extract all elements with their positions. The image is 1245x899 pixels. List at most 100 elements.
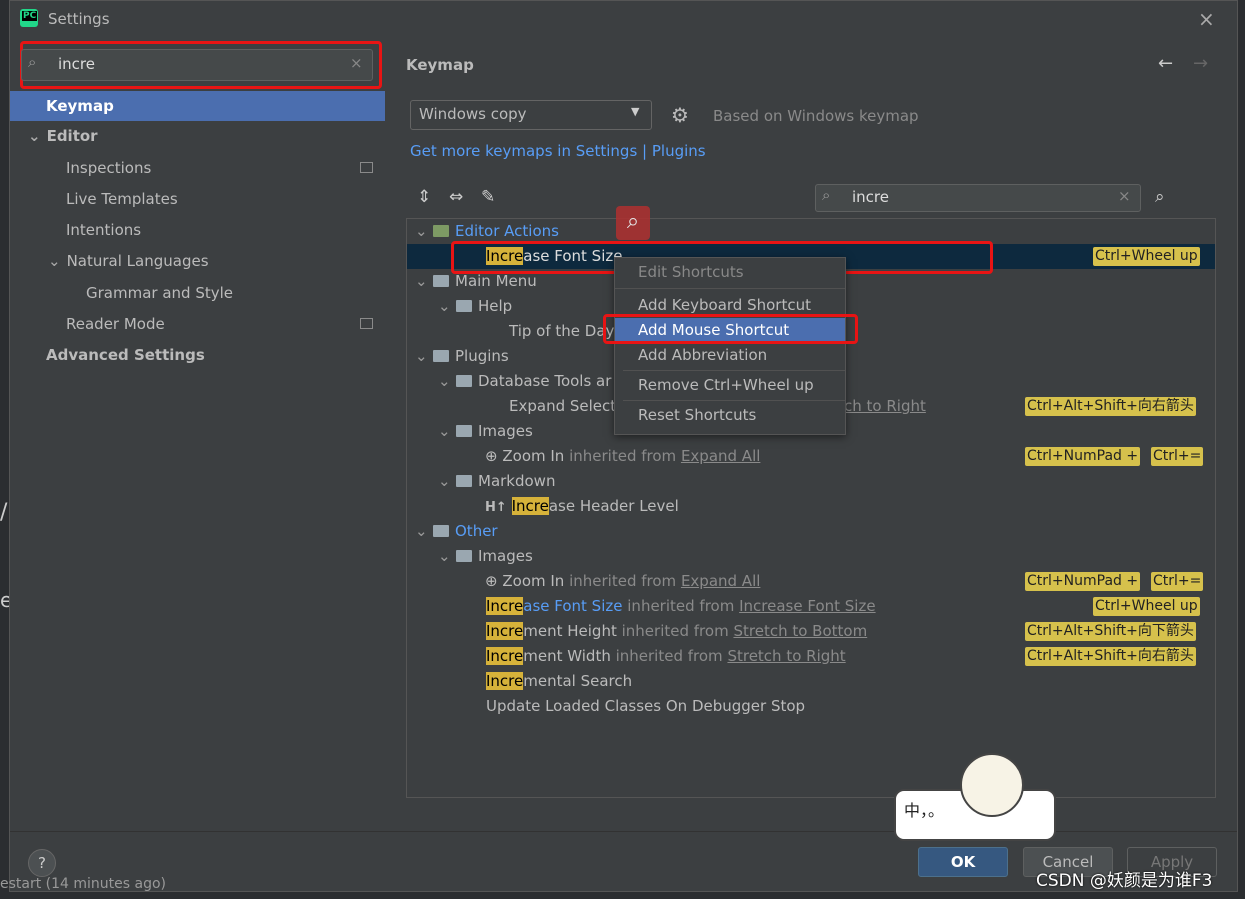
menu-item-remove-shortcut[interactable]: Remove Ctrl+Wheel up [615, 373, 845, 398]
tree-item-label: Natural Languages [66, 252, 209, 270]
match-highlight: Incre [486, 647, 524, 665]
page-title: Keymap [406, 56, 474, 74]
action-label: mental Search [523, 672, 633, 690]
menu-title: Edit Shortcuts [638, 263, 744, 281]
forward-arrow-icon[interactable]: → [1193, 53, 1208, 74]
chevron-down-icon: ⌄ [438, 547, 451, 565]
folder-icon [456, 475, 472, 487]
shortcut-badge: Ctrl+Wheel up [1093, 597, 1200, 616]
group-label: Editor Actions [455, 222, 559, 240]
chevron-down-icon: ⌄ [415, 222, 428, 240]
folder-icon [456, 300, 472, 312]
back-arrow-icon[interactable]: ← [1158, 53, 1173, 74]
action-label: Zoom In [502, 572, 565, 590]
inherited-label: inherited from [621, 622, 729, 640]
action-label: Update Loaded Classes On Debugger Stop [486, 697, 806, 715]
tree-item-editor[interactable]: ⌄ Editor [10, 121, 385, 151]
background-status-text: estart (14 minutes ago) [0, 876, 167, 892]
project-scope-icon [360, 318, 373, 329]
folder-icon [433, 225, 449, 237]
watermark-text: CSDN @妖颜是为谁F3 [1036, 871, 1213, 891]
action-label: Tip of the Day [509, 322, 615, 340]
chevron-down-icon: ⌄ [415, 272, 428, 290]
tree-row-zoom-in[interactable]: ⊕ Zoom In inherited from Expand All Ctrl… [407, 444, 1215, 469]
sticker-character [960, 753, 1024, 817]
folder-icon [456, 375, 472, 387]
folder-icon [433, 275, 449, 287]
tree-item-label: Live Templates [66, 190, 178, 208]
expand-all-icon[interactable]: ⇕ [417, 187, 431, 207]
tree-row-zoom-in-2[interactable]: ⊕ Zoom In inherited from Expand All Ctrl… [407, 569, 1215, 594]
tree-item-keymap[interactable]: Keymap [10, 91, 385, 121]
group-label: Main Menu [455, 272, 537, 290]
folder-icon [433, 525, 449, 537]
menu-item-reset-shortcuts[interactable]: Reset Shortcuts [615, 403, 845, 428]
search-input[interactable]: incre [58, 55, 95, 73]
tree-item-label: Editor [46, 127, 98, 145]
gear-icon[interactable]: ⚙ [671, 103, 689, 127]
plugins-link[interactable]: Plugins [652, 142, 706, 160]
tree-row-incremental-search[interactable]: Incremental Search [407, 669, 1215, 694]
folder-icon [433, 350, 449, 362]
edit-shortcuts-menu: Edit Shortcuts Add Keyboard Shortcut Add… [614, 257, 846, 435]
zoom-in-icon: ⊕ [485, 572, 498, 590]
inherited-source: ch to Right [844, 397, 926, 415]
title-bar: Settings × [10, 1, 1237, 37]
chevron-down-icon: ⌄ [28, 127, 41, 145]
inherited-source: Stretch to Right [727, 647, 846, 665]
tree-row-increment-height[interactable]: Increment Height inherited from Stretch … [407, 619, 1215, 644]
tree-item-natural-languages[interactable]: ⌄ Natural Languages [10, 246, 385, 276]
tree-row-update-loaded-classes[interactable]: Update Loaded Classes On Debugger Stop [407, 694, 1215, 719]
menu-separator [615, 288, 845, 289]
clear-icon[interactable]: × [350, 54, 363, 72]
tree-row-other[interactable]: ⌄ Other [407, 519, 1215, 544]
tree-row-images-2[interactable]: ⌄ Images [407, 544, 1215, 569]
get-keymaps-link[interactable]: Get more keymaps in Settings [410, 142, 637, 160]
highlight-frame [603, 314, 858, 344]
inherited-source: Expand All [680, 572, 761, 590]
tree-item-inspections[interactable]: Inspections [10, 153, 385, 183]
window-title: Settings [48, 10, 110, 28]
sticker-text: 中，。 [904, 801, 945, 820]
tree-item-grammar-style[interactable]: Grammar and Style [10, 278, 385, 308]
link-separator: | [642, 142, 648, 160]
tree-item-live-templates[interactable]: Live Templates [10, 184, 385, 214]
tree-row-increase-font-other[interactable]: Increase Font Size inherited from Increa… [407, 594, 1215, 619]
ok-button[interactable]: OK [918, 847, 1008, 877]
keymap-select-value: Windows copy [419, 105, 527, 123]
search-input[interactable]: incre [852, 188, 889, 206]
settings-search-field[interactable]: ⌕ incre × [21, 49, 373, 81]
find-by-shortcut-icon[interactable]: ⌕ [1155, 187, 1165, 207]
keymap-select[interactable]: Windows copy ▼ [410, 100, 652, 130]
group-label: Other [455, 522, 498, 540]
dropdown-arrow-icon: ▼ [631, 105, 640, 118]
group-label: Markdown [478, 472, 556, 490]
folder-icon [456, 425, 472, 437]
tree-item-intentions[interactable]: Intentions [10, 215, 385, 245]
match-highlight: Incre [486, 672, 524, 690]
inherited-label: inherited from [569, 447, 677, 465]
action-label: Zoom In [502, 447, 565, 465]
tree-item-advanced-settings[interactable]: Advanced Settings [10, 340, 385, 370]
tree-item-label: Inspections [66, 159, 152, 177]
collapse-all-icon[interactable]: ⇔ [449, 187, 463, 207]
clear-icon[interactable]: × [1118, 187, 1131, 205]
tree-row-markdown[interactable]: ⌄ Markdown [407, 469, 1215, 494]
menu-item-add-abbreviation[interactable]: Add Abbreviation [615, 343, 845, 368]
help-button[interactable]: ? [28, 849, 56, 877]
tree-row-increment-width[interactable]: Increment Width inherited from Stretch t… [407, 644, 1215, 669]
zoom-in-icon: ⊕ [485, 447, 498, 465]
group-label: Plugins [455, 347, 509, 365]
background-glyph: / [0, 500, 8, 525]
chevron-down-icon: ⌄ [48, 252, 61, 270]
tree-row-increase-header[interactable]: H↑ Increase Header Level [407, 494, 1215, 519]
shortcut-badge: Ctrl+NumPad + [1025, 572, 1141, 591]
action-label: ase Font Size [523, 597, 623, 615]
tree-item-reader-mode[interactable]: Reader Mode [10, 309, 385, 339]
close-icon[interactable]: × [1198, 7, 1215, 31]
match-highlight: Incre [486, 622, 524, 640]
edit-pencil-icon[interactable]: ✎ [481, 187, 495, 207]
keymap-search-field[interactable]: ⌕ incre × [815, 184, 1141, 212]
menu-separator [623, 400, 845, 401]
action-label: ase Header Level [548, 497, 679, 515]
